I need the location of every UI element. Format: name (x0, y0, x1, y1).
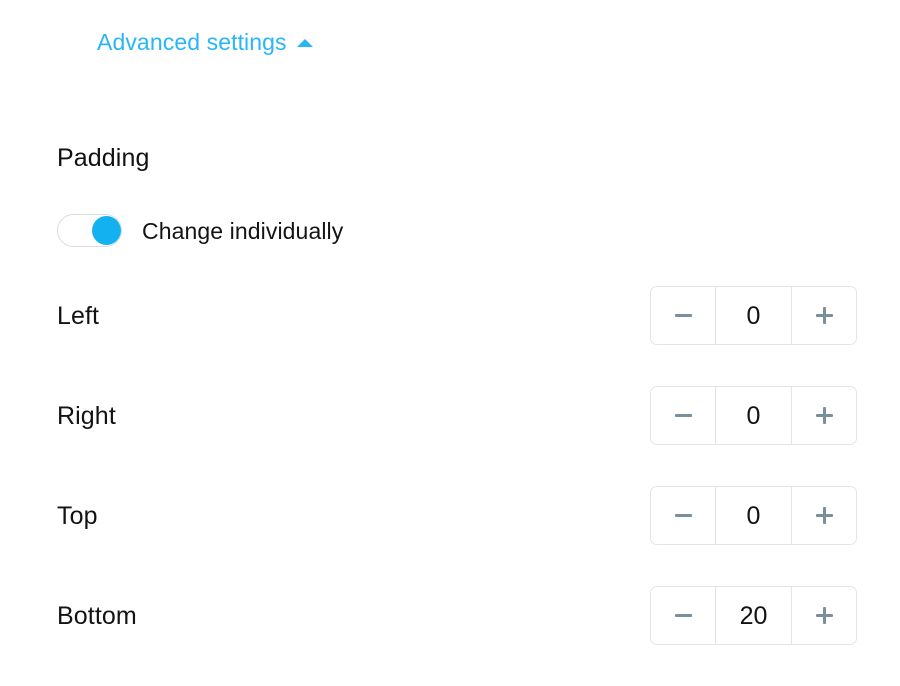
padding-row-left: Left 0 (0, 286, 900, 386)
minus-icon (674, 514, 692, 517)
padding-label-right: Right (57, 401, 116, 430)
decrement-button-left[interactable] (651, 287, 715, 344)
increment-button-right[interactable] (792, 387, 856, 444)
increment-button-left[interactable] (792, 287, 856, 344)
chevron-up-icon (296, 39, 313, 47)
padding-value-bottom[interactable]: 20 (715, 587, 792, 644)
advanced-settings-disclosure[interactable]: Advanced settings (97, 28, 313, 56)
change-individually-toggle[interactable] (57, 214, 122, 247)
padding-stepper-bottom: 20 (650, 586, 857, 645)
padding-value-top[interactable]: 0 (715, 487, 792, 544)
minus-icon (674, 314, 692, 317)
toggle-knob (92, 216, 121, 245)
minus-icon (674, 414, 692, 417)
minus-icon (674, 614, 692, 617)
padding-stepper-right: 0 (650, 386, 857, 445)
padding-label-left: Left (57, 301, 100, 330)
padding-row-bottom: Bottom 20 (0, 586, 900, 686)
padding-row-top: Top 0 (0, 486, 900, 586)
padding-label-top: Top (57, 501, 98, 530)
change-individually-label: Change individually (142, 217, 344, 244)
increment-button-bottom[interactable] (792, 587, 856, 644)
padding-section-heading: Padding (57, 144, 150, 172)
padding-value-right[interactable]: 0 (715, 387, 792, 444)
padding-stepper-left: 0 (650, 286, 857, 345)
padding-stepper-top: 0 (650, 486, 857, 545)
plus-icon (815, 407, 833, 424)
increment-button-top[interactable] (792, 487, 856, 544)
advanced-settings-panel: Advanced settings Padding Change individ… (0, 0, 900, 676)
padding-rows: Left 0 Right 0 Top 0 Bottom 20 (0, 286, 900, 686)
decrement-button-top[interactable] (651, 487, 715, 544)
padding-row-right: Right 0 (0, 386, 900, 486)
decrement-button-right[interactable] (651, 387, 715, 444)
decrement-button-bottom[interactable] (651, 587, 715, 644)
padding-value-left[interactable]: 0 (715, 287, 792, 344)
plus-icon (815, 607, 833, 624)
change-individually-row: Change individually (57, 214, 343, 247)
plus-icon (815, 507, 833, 524)
plus-icon (815, 307, 833, 324)
padding-label-bottom: Bottom (57, 601, 137, 630)
advanced-settings-label: Advanced settings (97, 29, 287, 55)
